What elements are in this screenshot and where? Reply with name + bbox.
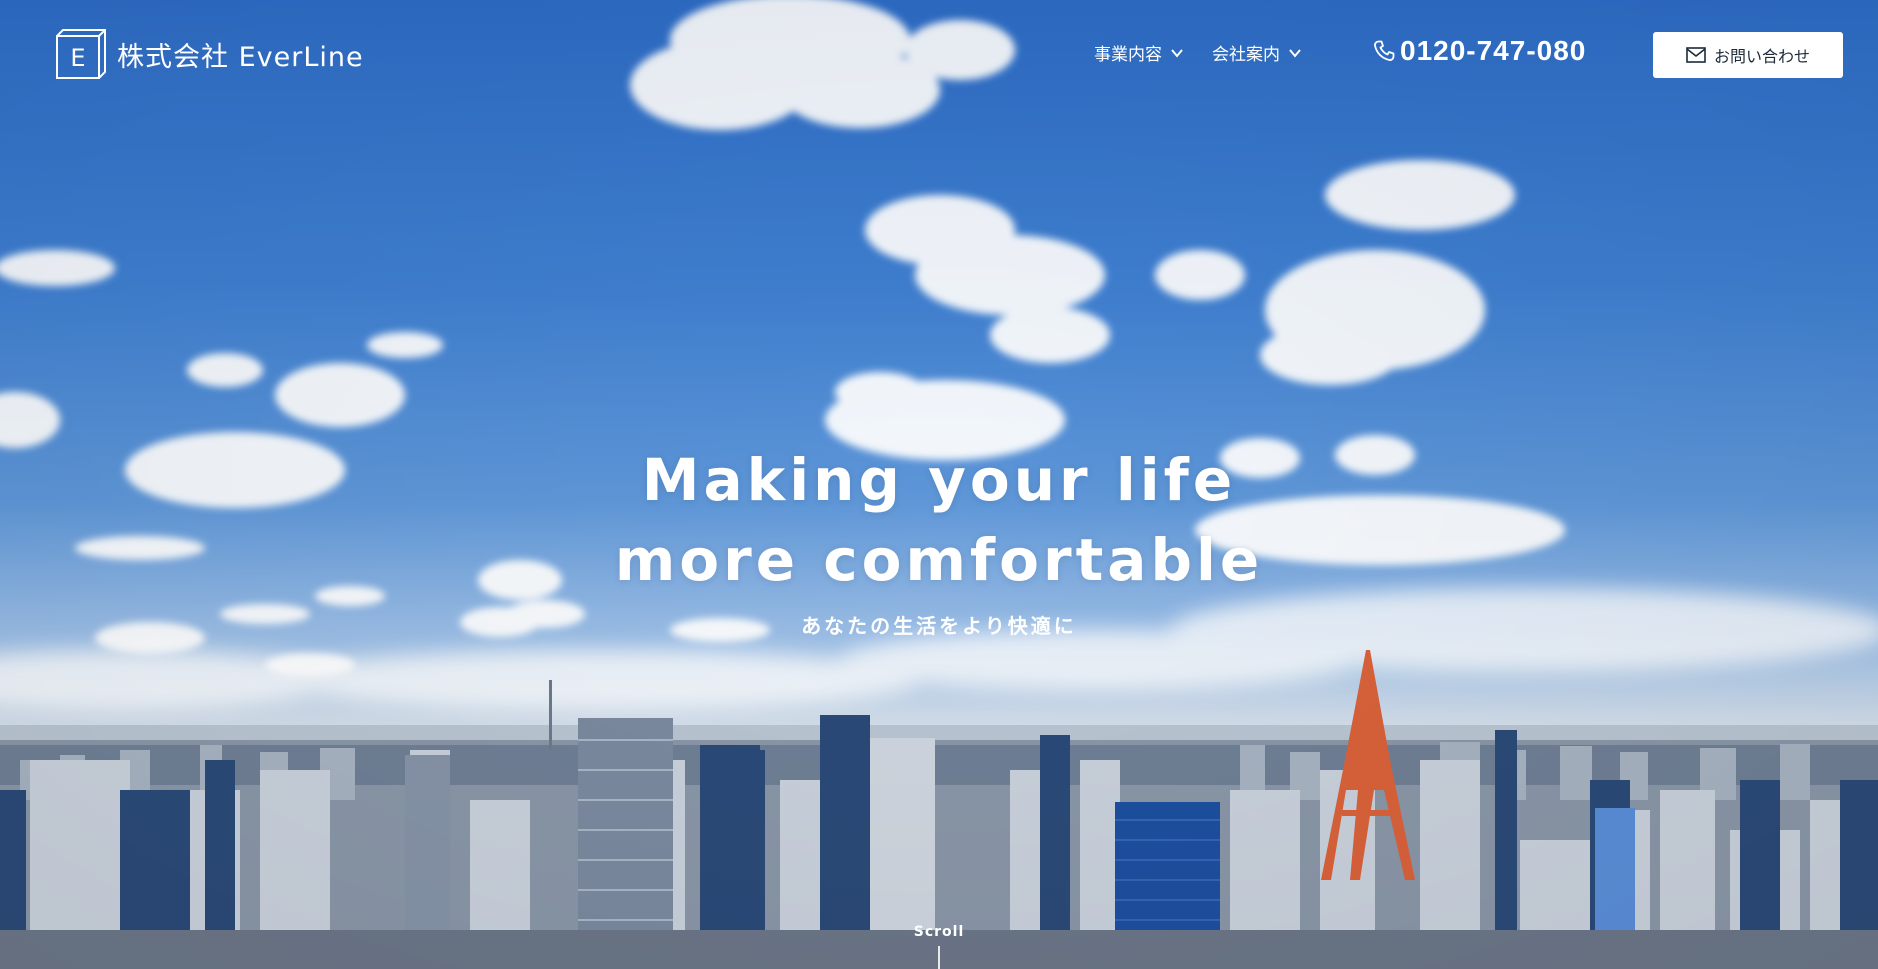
hero-title: Making your life more comfortable [0, 440, 1878, 600]
scroll-line [938, 946, 940, 969]
nav-item-label: 会社案内 [1212, 45, 1280, 65]
nav-item-services[interactable]: 事業内容 [1094, 40, 1184, 65]
logo-cube-icon: E [56, 29, 106, 79]
main-nav: 事業内容 会社案内 [1094, 40, 1302, 65]
phone-number: 0120-747-080 [1400, 35, 1587, 66]
chevron-down-icon [1289, 48, 1301, 58]
hero-copy: Making your life more comfortable あなたの生活… [0, 440, 1878, 639]
contact-button[interactable]: お問い合わせ [1653, 32, 1843, 78]
nav-item-label: 事業内容 [1094, 45, 1162, 65]
contact-button-label: お問い合わせ [1713, 47, 1810, 66]
hero-title-line1: Making your life [641, 446, 1237, 514]
phone-link[interactable]: 0120-747-080 [1372, 35, 1586, 67]
nav-item-company[interactable]: 会社案内 [1212, 40, 1302, 65]
hero-title-line2: more comfortable [614, 526, 1264, 594]
site-header: E 株式会社 EverLine 事業内容 会社案内 0120-747-080 お… [0, 0, 1878, 110]
logo-link[interactable]: E 株式会社 EverLine [55, 28, 364, 80]
phone-icon [1374, 40, 1395, 61]
hero-subtitle: あなたの生活をより快適に [801, 614, 1077, 638]
chevron-down-icon [1171, 48, 1183, 58]
svg-text:E: E [70, 44, 85, 72]
mail-icon [1686, 47, 1706, 63]
hero-section: E 株式会社 EverLine 事業内容 会社案内 0120-747-080 お… [0, 0, 1878, 969]
logo-text: 株式会社 EverLine [117, 41, 364, 73]
scroll-indicator[interactable]: Scroll [0, 924, 1878, 940]
